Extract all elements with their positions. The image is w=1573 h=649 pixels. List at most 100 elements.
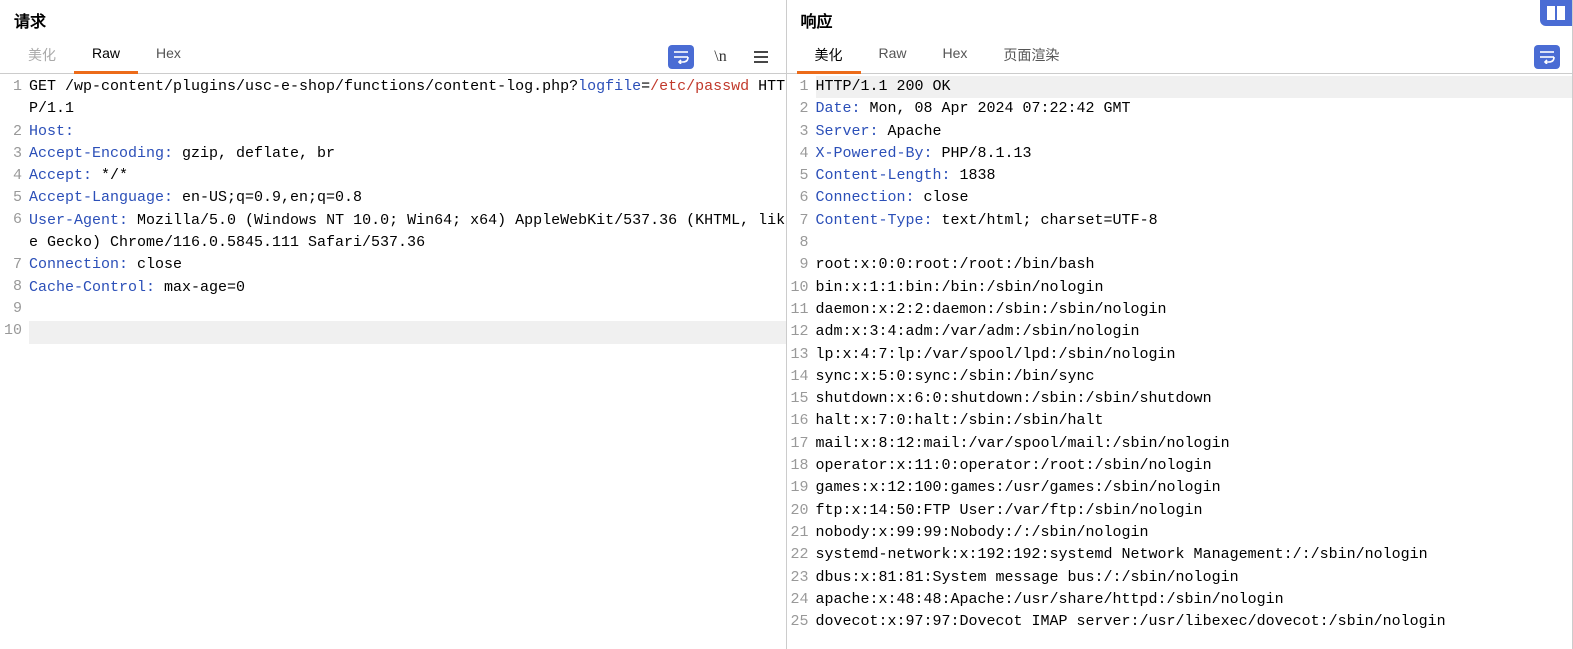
tab-hex[interactable]: Hex (925, 39, 986, 74)
request-gutter: 12345678910 (0, 74, 26, 649)
code-line[interactable]: Accept-Encoding: gzip, deflate, br (29, 143, 786, 165)
line-number: 4 (787, 143, 813, 165)
code-line[interactable]: shutdown:x:6:0:shutdown:/sbin:/sbin/shut… (816, 388, 1573, 410)
response-gutter: 1234567891011121314151617181920212223242… (787, 74, 813, 649)
response-title: 响应 (801, 8, 1559, 32)
line-number: 12 (787, 321, 813, 343)
code-line[interactable]: root:x:0:0:root:/root:/bin/bash (816, 254, 1573, 276)
code-line[interactable]: Host: (29, 121, 786, 143)
line-number: 8 (787, 232, 813, 254)
line-number: 23 (787, 567, 813, 589)
line-number: 16 (787, 410, 813, 432)
line-number: 8 (0, 276, 26, 298)
code-line[interactable]: games:x:12:100:games:/usr/games:/sbin/no… (816, 477, 1573, 499)
line-number: 17 (787, 433, 813, 455)
line-number: 1 (0, 76, 26, 121)
line-number: 15 (787, 388, 813, 410)
line-number: 11 (787, 299, 813, 321)
newline-icon[interactable]: \n (708, 45, 734, 69)
code-line[interactable]: sync:x:5:0:sync:/sbin:/bin/sync (816, 366, 1573, 388)
line-number: 7 (0, 254, 26, 276)
line-number: 14 (787, 366, 813, 388)
request-pane: 请求 美化 Raw Hex \n 1234567891 (0, 0, 787, 649)
line-number: 19 (787, 477, 813, 499)
tab-beautify[interactable]: 美化 (10, 39, 74, 74)
line-number: 24 (787, 589, 813, 611)
line-number: 9 (0, 298, 26, 320)
line-number: 5 (787, 165, 813, 187)
code-line[interactable]: mail:x:8:12:mail:/var/spool/mail:/sbin/n… (816, 433, 1573, 455)
line-number: 25 (787, 611, 813, 633)
request-code-area[interactable]: 12345678910 GET /wp-content/plugins/usc-… (0, 74, 786, 649)
code-line[interactable]: Cache-Control: max-age=0 (29, 277, 786, 299)
code-line[interactable]: HTTP/1.1 200 OK (816, 76, 1573, 98)
request-tab-row: 美化 Raw Hex \n (0, 40, 786, 74)
line-number: 3 (787, 121, 813, 143)
response-tabs: 美化 Raw Hex 页面渲染 (787, 39, 1535, 74)
code-line[interactable]: ftp:x:14:50:FTP User:/var/ftp:/sbin/nolo… (816, 500, 1573, 522)
tab-hex[interactable]: Hex (138, 39, 199, 74)
request-title: 请求 (14, 8, 772, 32)
code-line[interactable]: bin:x:1:1:bin:/bin:/sbin/nologin (816, 277, 1573, 299)
code-line[interactable]: Accept-Language: en-US;q=0.9,en;q=0.8 (29, 187, 786, 209)
line-number: 9 (787, 254, 813, 276)
tab-render[interactable]: 页面渲染 (985, 39, 1077, 74)
line-number: 4 (0, 165, 26, 187)
code-line[interactable]: dovecot:x:97:97:Dovecot IMAP server:/usr… (816, 611, 1573, 633)
code-line[interactable]: halt:x:7:0:halt:/sbin:/sbin/halt (816, 410, 1573, 432)
line-number: 20 (787, 500, 813, 522)
line-number: 10 (787, 277, 813, 299)
tab-raw[interactable]: Raw (861, 39, 925, 74)
response-actions (1534, 45, 1572, 69)
response-code[interactable]: HTTP/1.1 200 OKDate: Mon, 08 Apr 2024 07… (813, 74, 1573, 649)
request-code[interactable]: GET /wp-content/plugins/usc-e-shop/funct… (26, 74, 786, 649)
line-number: 7 (787, 210, 813, 232)
response-tab-row: 美化 Raw Hex 页面渲染 (787, 40, 1573, 74)
code-line[interactable]: daemon:x:2:2:daemon:/sbin:/sbin/nologin (816, 299, 1573, 321)
line-number: 22 (787, 544, 813, 566)
line-number: 10 (0, 320, 26, 342)
line-number: 13 (787, 344, 813, 366)
menu-icon[interactable] (748, 45, 774, 69)
line-number: 1 (787, 76, 813, 98)
line-number: 6 (787, 187, 813, 209)
code-line[interactable]: dbus:x:81:81:System message bus:/:/sbin/… (816, 567, 1573, 589)
line-number: 5 (0, 187, 26, 209)
layout-toggle-button[interactable] (1540, 0, 1572, 26)
code-line[interactable]: lp:x:4:7:lp:/var/spool/lpd:/sbin/nologin (816, 344, 1573, 366)
tab-beautify[interactable]: 美化 (797, 39, 861, 74)
code-line[interactable] (816, 232, 1573, 254)
response-pane: 响应 美化 Raw Hex 页面渲染 123456789101112131415… (787, 0, 1573, 649)
code-line[interactable] (29, 299, 786, 321)
code-line[interactable]: User-Agent: Mozilla/5.0 (Windows NT 10.0… (29, 210, 786, 255)
line-number: 2 (787, 98, 813, 120)
line-number: 2 (0, 121, 26, 143)
response-header: 响应 (787, 0, 1573, 40)
code-line[interactable]: Date: Mon, 08 Apr 2024 07:22:42 GMT (816, 98, 1573, 120)
code-line[interactable]: X-Powered-By: PHP/8.1.13 (816, 143, 1573, 165)
code-line[interactable]: adm:x:3:4:adm:/var/adm:/sbin/nologin (816, 321, 1573, 343)
code-line[interactable]: operator:x:11:0:operator:/root:/sbin/nol… (816, 455, 1573, 477)
request-header: 请求 (0, 0, 786, 40)
request-actions: \n (668, 45, 786, 69)
code-line[interactable]: Server: Apache (816, 121, 1573, 143)
code-line[interactable] (29, 321, 786, 343)
code-line[interactable]: systemd-network:x:192:192:systemd Networ… (816, 544, 1573, 566)
code-line[interactable]: GET /wp-content/plugins/usc-e-shop/funct… (29, 76, 786, 121)
code-line[interactable]: apache:x:48:48:Apache:/usr/share/httpd:/… (816, 589, 1573, 611)
line-number: 3 (0, 143, 26, 165)
line-number: 18 (787, 455, 813, 477)
code-line[interactable]: Connection: close (816, 187, 1573, 209)
code-line[interactable]: Content-Length: 1838 (816, 165, 1573, 187)
wrap-icon[interactable] (668, 45, 694, 69)
tab-raw[interactable]: Raw (74, 39, 138, 74)
wrap-icon[interactable] (1534, 45, 1560, 69)
response-code-area[interactable]: 1234567891011121314151617181920212223242… (787, 74, 1573, 649)
code-line[interactable]: Content-Type: text/html; charset=UTF-8 (816, 210, 1573, 232)
request-tabs: 美化 Raw Hex (0, 39, 668, 74)
line-number: 6 (0, 209, 26, 254)
code-line[interactable]: Connection: close (29, 254, 786, 276)
code-line[interactable]: nobody:x:99:99:Nobody:/:/sbin/nologin (816, 522, 1573, 544)
code-line[interactable]: Accept: */* (29, 165, 786, 187)
line-number: 21 (787, 522, 813, 544)
